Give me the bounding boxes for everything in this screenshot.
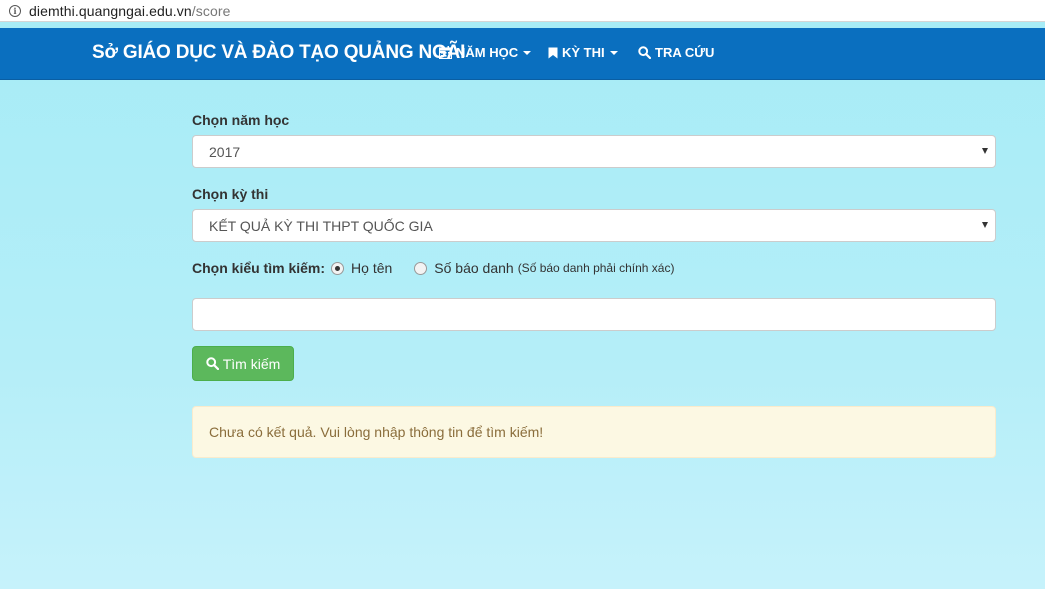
search-icon <box>206 357 219 370</box>
search-button-label: Tìm kiếm <box>222 355 281 372</box>
radio-option-id[interactable]: Số báo danh (Số báo danh phải chính xác) <box>414 260 674 276</box>
search-type-label: Chọn kiểu tìm kiếm: <box>192 260 326 276</box>
caret-down-icon <box>609 51 618 55</box>
url-host: diemthi.quangngai.edu.vn <box>29 2 192 19</box>
exam-select[interactable]: KẾT QUẢ KỲ THI THPT QUỐC GIA <box>192 209 996 242</box>
radio-id-label[interactable]: Số báo danh <box>434 260 513 276</box>
radio-name[interactable] <box>331 261 345 275</box>
year-select[interactable]: 2017 <box>192 135 996 168</box>
search-type-note: (Số báo danh phải chính xác) <box>517 261 675 275</box>
url-text[interactable]: diemthi.quangngai.edu.vn/score <box>29 3 230 19</box>
nav-item-label: TRA CỨU <box>655 45 715 60</box>
exam-label: Chọn kỳ thi <box>192 186 269 202</box>
bookmark-icon <box>548 47 558 58</box>
browser-address-bar[interactable]: i diemthi.quangngai.edu.vn/score <box>0 0 1045 22</box>
calendar-icon <box>439 46 452 59</box>
year-label: Chọn năm học <box>192 112 290 128</box>
navbar: Sở GIÁO DỤC VÀ ĐÀO TẠO QUẢNG NGÃI NĂM HỌ… <box>0 28 1045 80</box>
nav-item-ky-thi[interactable]: KỲ THI <box>548 45 618 60</box>
radio-name-label[interactable]: Họ tên <box>351 260 392 276</box>
search-input[interactable] <box>192 298 996 331</box>
brand-title[interactable]: Sở GIÁO DỤC VÀ ĐÀO TẠO QUẢNG NGÃI <box>92 42 465 64</box>
no-result-alert: Chưa có kết quả. Vui lòng nhập thông tin… <box>192 406 996 458</box>
dropdown-arrow-icon <box>982 222 988 228</box>
url-path: /score <box>191 2 231 19</box>
search-button[interactable]: Tìm kiếm <box>192 346 294 381</box>
radio-id[interactable] <box>414 261 428 275</box>
radio-option-name[interactable]: Họ tên <box>331 260 392 276</box>
nav-item-label: NĂM HỌC <box>456 45 519 60</box>
nav-item-tra-cuu[interactable]: TRA CỨU <box>638 45 714 60</box>
caret-down-icon <box>523 51 532 55</box>
exam-select-value: KẾT QUẢ KỲ THI THPT QUỐC GIA <box>209 217 433 234</box>
dropdown-arrow-icon <box>982 148 988 154</box>
nav-item-nam-hoc[interactable]: NĂM HỌC <box>439 45 532 60</box>
search-icon <box>638 46 651 59</box>
alert-message: Chưa có kết quả. Vui lòng nhập thông tin… <box>209 424 544 440</box>
year-select-value: 2017 <box>209 143 241 160</box>
search-type-group: Chọn kiểu tìm kiếm: Họ tên Số báo danh (… <box>192 260 684 276</box>
info-icon[interactable]: i <box>9 4 21 17</box>
nav-item-label: KỲ THI <box>562 45 605 60</box>
